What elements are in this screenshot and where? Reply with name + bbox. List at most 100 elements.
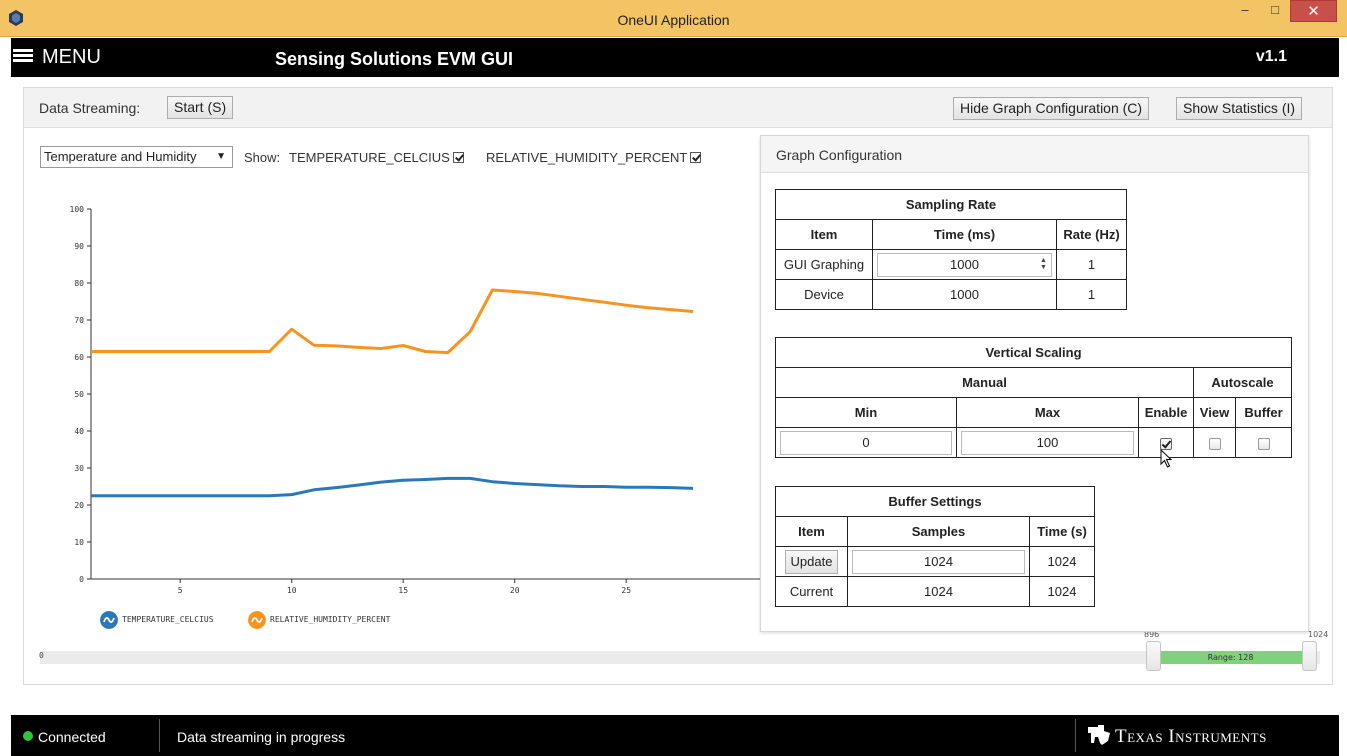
col-time-ms: Time (ms): [872, 219, 1057, 250]
legend-wave-icon: [248, 611, 266, 629]
samples-input[interactable]: 1024: [852, 549, 1025, 574]
temperature-series-line: [91, 476, 694, 498]
y-tick-label: 30: [74, 464, 84, 473]
range-min-label: 0: [39, 651, 44, 660]
app-header: MENU Sensing Solutions EVM GUI v1.1: [11, 38, 1339, 77]
show-statistics-button[interactable]: Show Statistics (I): [1176, 97, 1303, 120]
table-row: 0 100: [775, 427, 1292, 458]
gui-graphing-rate: 1: [1056, 249, 1127, 280]
autoscale-view-checkbox[interactable]: [1208, 437, 1221, 450]
vertical-scaling-table: Vertical Scaling Manual Autoscale Min Ma…: [775, 337, 1292, 458]
menu-button[interactable]: MENU: [42, 46, 101, 69]
manual-header: Manual: [775, 367, 1194, 398]
range-selection[interactable]: Range: 128: [1157, 651, 1304, 664]
window-title: OneUI Application: [617, 12, 730, 28]
status-bar: Connected Data streaming in progress Tex…: [11, 715, 1339, 756]
divider: [159, 719, 160, 752]
col-max: Max: [956, 397, 1139, 428]
window-title-bar: OneUI Application – □ ✕: [0, 0, 1347, 37]
min-input[interactable]: 0: [780, 430, 952, 455]
y-tick-label: 0: [79, 575, 84, 584]
buffer-settings-table: Buffer Settings Item Samples Time (s) Up…: [775, 486, 1095, 607]
y-tick-label: 70: [74, 316, 84, 325]
y-tick-label: 60: [74, 353, 84, 362]
x-tick-label: 25: [621, 586, 631, 595]
update-button[interactable]: Update: [784, 549, 839, 574]
y-tick-label: 10: [74, 538, 84, 547]
max-cell: 100: [956, 427, 1139, 458]
vertical-scaling-title: Vertical Scaling: [775, 337, 1292, 368]
col-view: View: [1193, 397, 1236, 428]
row-item-gui-graphing: GUI Graphing: [775, 249, 873, 280]
col-time-s: Time (s): [1029, 516, 1095, 547]
minimize-button[interactable]: –: [1230, 2, 1260, 24]
x-tick-label: 10: [287, 586, 297, 595]
line-chart: 0 10 20 30 40 50 60 70 80 90 100 5 10 15 20 25: [70, 205, 760, 595]
range-end-handle[interactable]: [1302, 641, 1317, 671]
range-track[interactable]: [40, 651, 1320, 664]
col-item: Item: [775, 516, 848, 547]
legend-label-humidity: RELATIVE_HUMIDITY_PERCENT: [270, 615, 391, 624]
legend-wave-icon: [100, 611, 118, 629]
current-time: 1024: [1029, 576, 1095, 607]
page-title: Sensing Solutions EVM GUI: [275, 49, 514, 69]
connection-status: Connected: [38, 729, 106, 745]
current-label: Current: [775, 576, 848, 607]
update-cell: Update: [775, 546, 848, 577]
hide-graph-config-button[interactable]: Hide Graph Configuration (C): [953, 97, 1150, 120]
sampling-rate-title: Sampling Rate: [775, 189, 1127, 220]
col-item: Item: [775, 219, 873, 250]
table-row: GUI Graphing 1000 ▲ ▼ 1: [775, 249, 1127, 280]
y-tick-label: 20: [74, 501, 84, 510]
ti-brand: Texas Instruments: [1115, 726, 1267, 747]
hamburger-icon[interactable]: [11, 43, 35, 67]
col-min: Min: [775, 397, 957, 428]
gui-graphing-time-value: 1000: [950, 256, 979, 272]
y-tick-label: 50: [74, 390, 84, 399]
y-tick-label: 90: [74, 242, 84, 251]
col-buffer: Buffer: [1235, 397, 1292, 428]
range-start-handle[interactable]: [1146, 641, 1161, 671]
col-samples: Samples: [847, 516, 1030, 547]
buffer-cell: [1235, 427, 1292, 458]
gui-graphing-time-input[interactable]: 1000 ▲ ▼: [877, 252, 1052, 277]
humidity-series-line: [91, 288, 694, 355]
legend-label-temperature: TEMPERATURE_CELCIUS: [122, 615, 214, 624]
main-panel: Data Streaming: Start (S) Hide Graph Con…: [23, 87, 1333, 685]
table-row: Update 1024 1024: [775, 546, 1095, 577]
min-cell: 0: [775, 427, 957, 458]
device-time: 1000: [872, 279, 1057, 310]
current-samples: 1024: [847, 576, 1030, 607]
x-tick-label: 20: [510, 586, 520, 595]
y-tick-label: 80: [74, 279, 84, 288]
maximize-button[interactable]: □: [1260, 2, 1290, 24]
range-end-label: 1024: [1308, 630, 1329, 639]
spinner-icon[interactable]: ▲ ▼: [1039, 257, 1048, 273]
close-button[interactable]: ✕: [1290, 0, 1337, 22]
col-enable: Enable: [1138, 397, 1194, 428]
y-tick-label: 40: [74, 427, 84, 436]
table-row: Device 1000 1: [775, 279, 1127, 310]
autoscale-header: Autoscale: [1193, 367, 1292, 398]
version-label: v1.1: [1255, 48, 1287, 65]
ti-logo-icon: [1088, 725, 1110, 745]
manual-enable-checkbox[interactable]: [1160, 437, 1172, 450]
gui-graphing-time-cell: 1000 ▲ ▼: [872, 249, 1057, 280]
samples-cell: 1024: [847, 546, 1030, 577]
max-input[interactable]: 100: [961, 430, 1134, 455]
graph-config-title: Graph Configuration: [761, 136, 1308, 173]
x-tick-label: 5: [178, 586, 183, 595]
device-rate: 1: [1056, 279, 1127, 310]
connected-indicator-icon: [23, 731, 33, 741]
view-cell: [1193, 427, 1236, 458]
autoscale-buffer-checkbox[interactable]: [1257, 437, 1270, 450]
row-item-device: Device: [775, 279, 873, 310]
buffer-settings-title: Buffer Settings: [775, 486, 1095, 517]
x-tick-label: 15: [398, 586, 408, 595]
mouse-cursor-icon: [1160, 449, 1173, 468]
status-message: Data streaming in progress: [177, 729, 346, 745]
update-time: 1024: [1029, 546, 1095, 577]
col-rate-hz: Rate (Hz): [1056, 219, 1127, 250]
y-tick-label: 100: [70, 205, 85, 214]
table-row: Current 1024 1024: [775, 576, 1095, 607]
